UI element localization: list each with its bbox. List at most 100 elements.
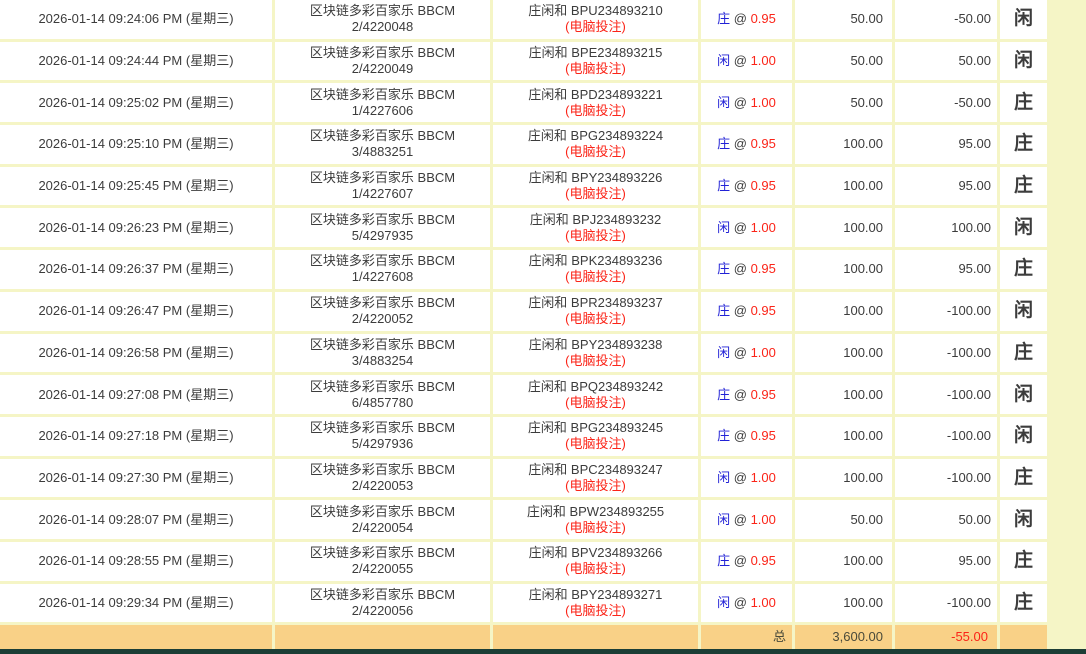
winloss-cell: -100.00 xyxy=(895,333,1000,376)
bet-method: (电脑投注) xyxy=(565,102,626,118)
bet-odds: 1.00 xyxy=(750,469,776,485)
bet-time-cell: 2026-01-14 09:28:07 PM (星期三) xyxy=(0,500,275,542)
bet-id-cell: 庄闲和 BPY234893226 (电脑投注) xyxy=(493,166,701,209)
odds-cell: 闲 @ 1.00 xyxy=(701,583,795,626)
bet-id: 庄闲和 BPV234893266 xyxy=(528,545,663,561)
odds-cell: 庄 @ 0.95 xyxy=(701,291,795,334)
bet-row: 2026-01-14 09:26:58 PM (星期三) 区块链多彩百家乐 BB… xyxy=(0,333,1050,376)
bet-id-cell: 庄闲和 BPV234893266 (电脑投注) xyxy=(493,541,701,584)
result-cell: 闲 xyxy=(1000,0,1050,42)
bet-time-cell: 2026-01-14 09:25:02 PM (星期三) xyxy=(0,83,275,126)
amount-cell: 100.00 xyxy=(795,333,895,376)
odds-cell: 庄 @ 0.95 xyxy=(701,375,795,417)
game-name: 区块链多彩百家乐 BBCM xyxy=(309,45,456,61)
bet-pick: 闲 xyxy=(717,344,731,360)
result-cell: 闲 xyxy=(1000,41,1050,84)
bet-id: 庄闲和 BPW234893255 xyxy=(526,503,665,519)
bet-row: 2026-01-14 09:29:34 PM (星期三) 区块链多彩百家乐 BB… xyxy=(0,583,1050,626)
game-cell: 区块链多彩百家乐 BBCM 5/4297935 xyxy=(275,208,493,251)
game-round: 1/4227607 xyxy=(351,186,414,202)
bet-row: 2026-01-14 09:27:30 PM (星期三) 区块链多彩百家乐 BB… xyxy=(0,458,1050,501)
at-sign: @ xyxy=(733,11,747,27)
bet-method: (电脑投注) xyxy=(565,227,626,243)
bet-time-cell: 2026-01-14 09:26:47 PM (星期三) xyxy=(0,291,275,334)
bet-id: 庄闲和 BPU234893210 xyxy=(528,3,663,19)
bet-odds: 0.95 xyxy=(750,178,776,194)
result-cell: 庄 xyxy=(1000,583,1050,626)
amount-cell: 100.00 xyxy=(795,166,895,209)
game-round: 2/4220053 xyxy=(351,477,414,493)
bet-id-cell: 庄闲和 BPG234893224 (电脑投注) xyxy=(493,125,701,167)
bet-row: 2026-01-14 09:25:45 PM (星期三) 区块链多彩百家乐 BB… xyxy=(0,166,1050,209)
bet-odds: 0.95 xyxy=(750,11,776,27)
bet-row: 2026-01-14 09:26:47 PM (星期三) 区块链多彩百家乐 BB… xyxy=(0,291,1050,334)
game-name: 区块链多彩百家乐 BBCM xyxy=(309,170,456,186)
at-sign: @ xyxy=(733,594,747,610)
amount-cell: 100.00 xyxy=(795,541,895,584)
game-name: 区块链多彩百家乐 BBCM xyxy=(309,3,456,19)
game-name: 区块链多彩百家乐 BBCM xyxy=(309,420,456,436)
bet-method: (电脑投注) xyxy=(565,186,626,202)
winloss-cell: 100.00 xyxy=(895,208,1000,251)
game-cell: 区块链多彩百家乐 BBCM 2/4220054 xyxy=(275,500,493,542)
result-cell: 庄 xyxy=(1000,83,1050,126)
bet-time-cell: 2026-01-14 09:29:34 PM (星期三) xyxy=(0,583,275,626)
amount-cell: 100.00 xyxy=(795,458,895,501)
bet-id-cell: 庄闲和 BPG234893245 (电脑投注) xyxy=(493,416,701,459)
amount-cell: 50.00 xyxy=(795,0,895,42)
game-round: 2/4220049 xyxy=(351,61,414,77)
game-name: 区块链多彩百家乐 BBCM xyxy=(309,461,456,477)
game-round: 5/4297935 xyxy=(351,227,414,243)
bet-row: 2026-01-14 09:28:55 PM (星期三) 区块链多彩百家乐 BB… xyxy=(0,541,1050,584)
game-round: 2/4220052 xyxy=(351,311,414,327)
totals-label: 总 xyxy=(701,625,795,650)
amount-cell: 50.00 xyxy=(795,83,895,126)
at-sign: @ xyxy=(733,553,747,569)
bet-id: 庄闲和 BPE234893215 xyxy=(528,45,663,61)
winloss-cell: -100.00 xyxy=(895,375,1000,417)
bet-pick: 庄 xyxy=(717,261,731,277)
game-cell: 区块链多彩百家乐 BBCM 2/4220053 xyxy=(275,458,493,501)
game-cell: 区块链多彩百家乐 BBCM 1/4227607 xyxy=(275,166,493,209)
game-cell: 区块链多彩百家乐 BBCM 1/4227608 xyxy=(275,250,493,292)
bet-id: 庄闲和 BPD234893221 xyxy=(528,86,663,102)
bet-method: (电脑投注) xyxy=(565,394,626,410)
odds-cell: 闲 @ 1.00 xyxy=(701,41,795,84)
game-cell: 区块链多彩百家乐 BBCM 3/4883251 xyxy=(275,125,493,167)
bet-pick: 闲 xyxy=(717,53,731,69)
at-sign: @ xyxy=(733,178,747,194)
odds-cell: 庄 @ 0.95 xyxy=(701,0,795,42)
game-cell: 区块链多彩百家乐 BBCM 5/4297936 xyxy=(275,416,493,459)
at-sign: @ xyxy=(733,136,747,152)
bet-row: 2026-01-14 09:25:10 PM (星期三) 区块链多彩百家乐 BB… xyxy=(0,125,1050,167)
bet-history-table: 2026-01-14 09:24:06 PM (星期三) 区块链多彩百家乐 BB… xyxy=(0,0,1050,650)
bet-odds: 1.00 xyxy=(750,219,776,235)
game-round: 6/4857780 xyxy=(351,394,414,410)
game-cell: 区块链多彩百家乐 BBCM 1/4227606 xyxy=(275,83,493,126)
result-cell: 闲 xyxy=(1000,291,1050,334)
bet-id-cell: 庄闲和 BPK234893236 (电脑投注) xyxy=(493,250,701,292)
bet-row: 2026-01-14 09:25:02 PM (星期三) 区块链多彩百家乐 BB… xyxy=(0,83,1050,126)
winloss-cell: 50.00 xyxy=(895,41,1000,84)
at-sign: @ xyxy=(733,261,747,277)
winloss-cell: -100.00 xyxy=(895,416,1000,459)
totals-amount: 3,600.00 xyxy=(795,625,895,650)
bet-id: 庄闲和 BPY234893226 xyxy=(528,170,663,186)
winloss-cell: 95.00 xyxy=(895,541,1000,584)
game-name: 区块链多彩百家乐 BBCM xyxy=(309,586,456,602)
bet-id: 庄闲和 BPG234893245 xyxy=(527,420,664,436)
bet-id: 庄闲和 BPC234893247 xyxy=(528,461,663,477)
bet-method: (电脑投注) xyxy=(565,436,626,452)
result-cell: 闲 xyxy=(1000,500,1050,542)
game-name: 区块链多彩百家乐 BBCM xyxy=(309,378,456,394)
at-sign: @ xyxy=(733,219,747,235)
game-name: 区块链多彩百家乐 BBCM xyxy=(309,128,456,144)
bottom-bar xyxy=(0,649,1086,654)
winloss-cell: 95.00 xyxy=(895,125,1000,167)
bet-method: (电脑投注) xyxy=(565,477,626,493)
result-cell: 闲 xyxy=(1000,416,1050,459)
bet-row: 2026-01-14 09:28:07 PM (星期三) 区块链多彩百家乐 BB… xyxy=(0,500,1050,542)
amount-cell: 50.00 xyxy=(795,41,895,84)
at-sign: @ xyxy=(733,53,747,69)
bet-odds: 1.00 xyxy=(750,344,776,360)
